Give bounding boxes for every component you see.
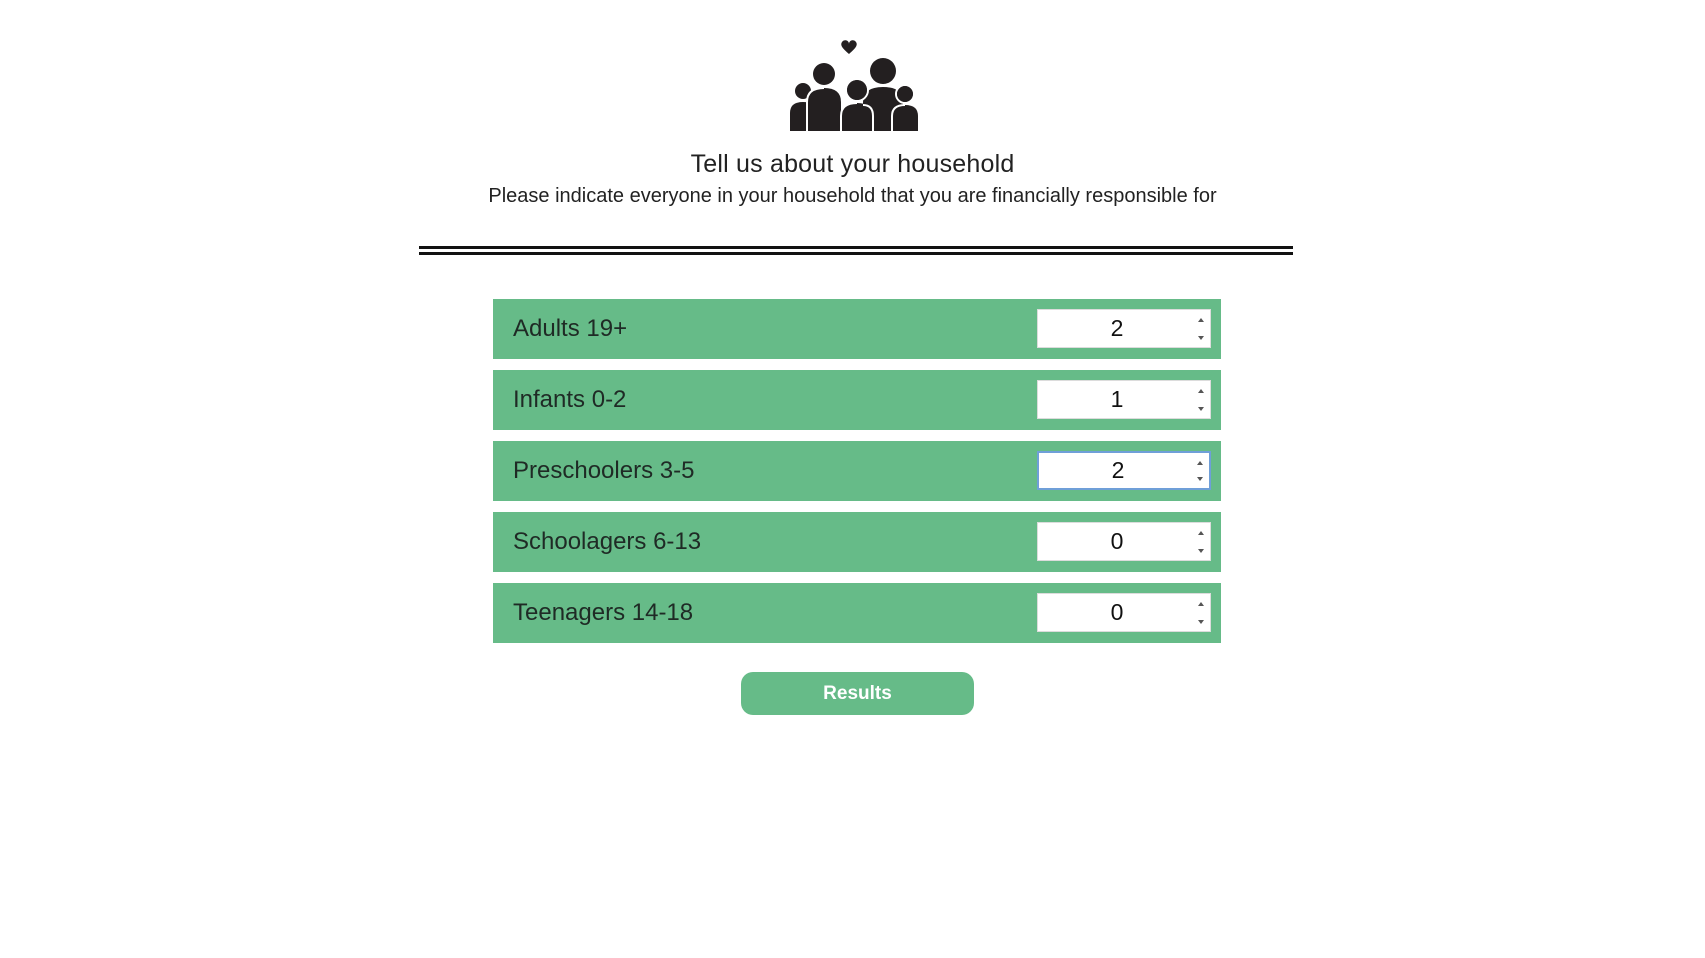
row-label: Preschoolers 3-5 bbox=[513, 457, 695, 484]
number-spinner bbox=[1194, 383, 1208, 416]
family-heart-icon bbox=[789, 39, 919, 134]
count-value: 2 bbox=[1110, 315, 1124, 341]
decrement-button[interactable] bbox=[1193, 471, 1207, 486]
household-row-schoolagers: Schoolagers 6-13 0 bbox=[493, 512, 1221, 572]
arrow-up-icon bbox=[1197, 460, 1203, 465]
increment-button[interactable] bbox=[1194, 383, 1208, 398]
increment-button[interactable] bbox=[1194, 525, 1208, 540]
page-title: Tell us about your household bbox=[690, 150, 1015, 178]
row-label: Infants 0-2 bbox=[513, 386, 627, 413]
increment-button[interactable] bbox=[1194, 312, 1208, 327]
infants-count-input[interactable]: 1 bbox=[1037, 380, 1211, 419]
arrow-up-icon bbox=[1198, 530, 1204, 535]
household-member-list: Adults 19+ 2 Infants 0-2 1 Preschoolers … bbox=[493, 299, 1221, 654]
count-value: 2 bbox=[1111, 457, 1125, 483]
arrow-up-icon bbox=[1198, 601, 1204, 606]
decrement-button[interactable] bbox=[1194, 543, 1208, 558]
arrow-down-icon bbox=[1198, 619, 1204, 624]
household-row-preschoolers: Preschoolers 3-5 2 bbox=[493, 441, 1221, 501]
count-value: 0 bbox=[1110, 528, 1124, 554]
count-value: 0 bbox=[1110, 599, 1124, 625]
page-subtitle: Please indicate everyone in your househo… bbox=[488, 185, 1217, 207]
household-row-teenagers: Teenagers 14-18 0 bbox=[493, 583, 1221, 643]
household-row-infants: Infants 0-2 1 bbox=[493, 370, 1221, 430]
decrement-button[interactable] bbox=[1194, 614, 1208, 629]
row-label: Teenagers 14-18 bbox=[513, 599, 694, 626]
number-spinner bbox=[1194, 312, 1208, 345]
row-label: Adults 19+ bbox=[513, 315, 628, 342]
row-label: Schoolagers 6-13 bbox=[513, 528, 702, 555]
decrement-button[interactable] bbox=[1194, 401, 1208, 416]
number-spinner bbox=[1194, 525, 1208, 558]
increment-button[interactable] bbox=[1194, 596, 1208, 611]
number-spinner bbox=[1194, 596, 1208, 629]
decrement-button[interactable] bbox=[1194, 330, 1208, 345]
count-value: 1 bbox=[1110, 386, 1124, 412]
results-button[interactable]: Results bbox=[741, 672, 974, 715]
preschoolers-count-input[interactable]: 2 bbox=[1037, 451, 1211, 490]
household-row-adults: Adults 19+ 2 bbox=[493, 299, 1221, 359]
household-page: Tell us about your household Please indi… bbox=[0, 0, 1705, 958]
arrow-down-icon bbox=[1198, 406, 1204, 411]
teenagers-count-input[interactable]: 0 bbox=[1037, 593, 1211, 632]
schoolagers-count-input[interactable]: 0 bbox=[1037, 522, 1211, 561]
arrow-up-icon bbox=[1198, 388, 1204, 393]
arrow-up-icon bbox=[1198, 317, 1204, 322]
number-spinner bbox=[1193, 455, 1207, 486]
arrow-down-icon bbox=[1197, 476, 1203, 481]
adults-count-input[interactable]: 2 bbox=[1037, 309, 1211, 348]
arrow-down-icon bbox=[1198, 335, 1204, 340]
arrow-down-icon bbox=[1198, 548, 1204, 553]
increment-button[interactable] bbox=[1193, 455, 1207, 470]
double-divider bbox=[419, 246, 1293, 255]
